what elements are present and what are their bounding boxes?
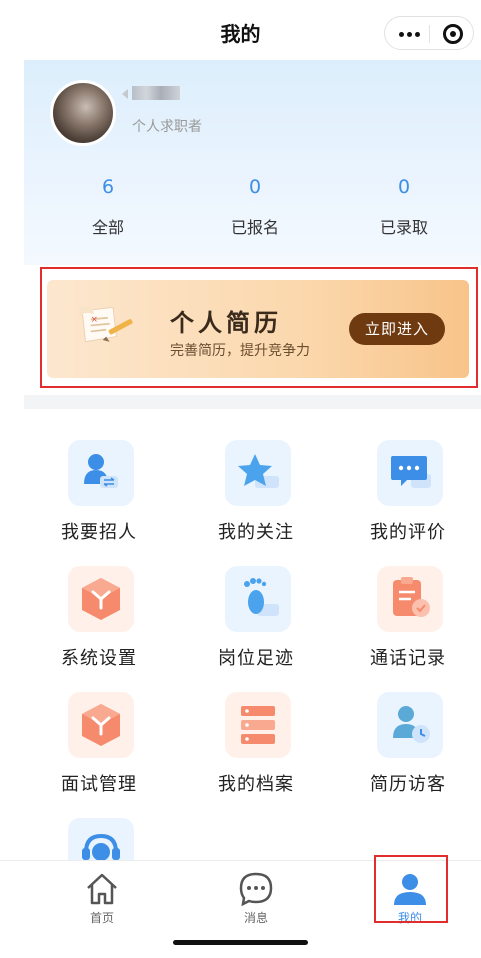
- recruit-icon: [68, 440, 134, 506]
- grid-label: 我的评价: [370, 522, 446, 543]
- grid-label: 系统设置: [61, 648, 137, 669]
- tab-messages[interactable]: 消息: [206, 865, 306, 925]
- tab-label: 消息: [243, 911, 268, 925]
- grid-item-footprint[interactable]: 岗位足迹: [181, 566, 331, 686]
- tab-home[interactable]: 首页: [52, 865, 152, 925]
- home-indicator: [173, 940, 308, 945]
- user-role: 个人求职者: [132, 119, 202, 135]
- stat-hired[interactable]: 0 已录取: [344, 176, 464, 238]
- tab-label: 首页: [89, 911, 114, 925]
- banner-title: 个人简历: [170, 309, 282, 337]
- username-blurred: [132, 86, 180, 100]
- grid-label: 简历访客: [370, 774, 446, 795]
- stat-applied[interactable]: 0 已报名: [195, 176, 315, 238]
- profile-header: 个人求职者 6 全部 0 已报名 0 已录取: [24, 60, 481, 265]
- grid-item-reviews[interactable]: 我的评价: [333, 440, 481, 560]
- enter-now-button[interactable]: 立即进入: [349, 313, 445, 345]
- stat-value: 0: [397, 176, 411, 198]
- grid-item-recruit[interactable]: 我要招人: [24, 440, 174, 560]
- home-icon: [87, 873, 117, 905]
- stat-value: 0: [248, 176, 262, 198]
- stat-all[interactable]: 6 全部: [48, 176, 168, 238]
- avatar[interactable]: [50, 80, 116, 146]
- resume-banner[interactable]: × 个人简历 完善简历，提升竞争力 立即进入: [47, 280, 469, 378]
- more-icon[interactable]: [399, 32, 421, 37]
- stat-label: 全部: [91, 218, 124, 237]
- grid-label: 我要招人: [61, 522, 137, 543]
- visitor-icon: [377, 692, 443, 758]
- tab-highlight-frame: [374, 855, 448, 923]
- grid-label: 我的关注: [218, 522, 294, 543]
- grid-label: 我的档案: [218, 774, 294, 795]
- grid-item-service[interactable]: [24, 818, 174, 860]
- stat-value: 6: [101, 176, 115, 198]
- grid-item-interview[interactable]: 面试管理: [24, 692, 174, 812]
- section-divider: [24, 395, 481, 409]
- clipboard-icon: [377, 566, 443, 632]
- grid-item-call-log[interactable]: 通话记录: [333, 566, 481, 686]
- mini-program-capsule: [384, 16, 474, 50]
- grid-item-settings[interactable]: 系统设置: [24, 566, 174, 686]
- banner-subtitle: 完善简历，提升竞争力: [170, 343, 310, 359]
- message-icon: [239, 872, 273, 907]
- cube-icon: [68, 566, 134, 632]
- svg-text:×: ×: [91, 315, 98, 325]
- grid-item-visitors[interactable]: 简历访客: [333, 692, 481, 812]
- grid-item-follow[interactable]: 我的关注: [181, 440, 331, 560]
- capsule-divider: [429, 25, 430, 43]
- footprint-icon: [225, 566, 291, 632]
- cube-icon: [68, 692, 134, 758]
- stat-label: 已报名: [230, 218, 279, 237]
- grid-item-archive[interactable]: 我的档案: [181, 692, 331, 812]
- close-icon[interactable]: [443, 24, 463, 44]
- star-icon: [225, 440, 291, 506]
- server-icon: [225, 692, 291, 758]
- comment-icon: [377, 440, 443, 506]
- nav-bar: 我的: [0, 0, 481, 60]
- username-arrow-icon: [122, 89, 128, 99]
- headset-icon: [68, 818, 134, 860]
- resume-paper-icon: ×: [78, 306, 133, 343]
- stat-label: 已录取: [379, 218, 428, 237]
- grid-label: 面试管理: [61, 774, 137, 795]
- profile-page: 我的 个人求职者 6 全部 0 已报名 0 已录取 × 个人简历 完善简历，提升…: [0, 0, 481, 958]
- grid-label: 岗位足迹: [218, 648, 294, 669]
- grid-label: 通话记录: [370, 648, 446, 669]
